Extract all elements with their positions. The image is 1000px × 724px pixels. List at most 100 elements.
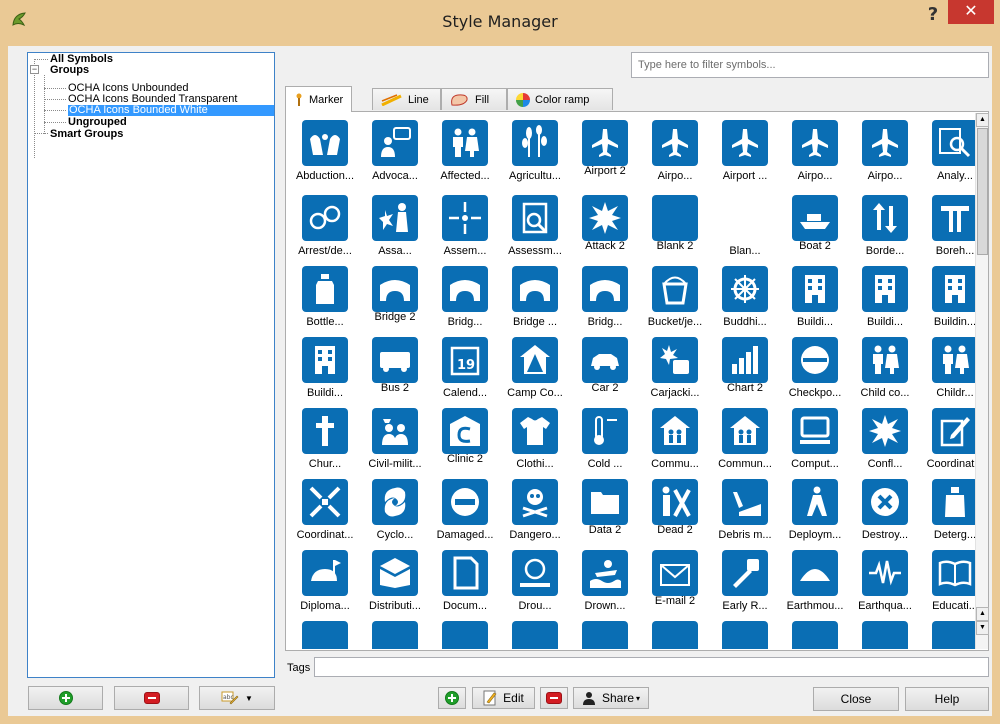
title-close-button[interactable]: ✕ xyxy=(948,0,994,24)
add-symbol-button[interactable] xyxy=(438,687,466,709)
symbol-item[interactable]: Car 2 xyxy=(570,330,640,406)
symbol-item-partial[interactable] xyxy=(780,614,850,649)
edit-symbol-button[interactable]: Edit xyxy=(472,687,535,709)
symbol-item[interactable]: Analy... xyxy=(920,113,975,189)
symbol-item[interactable]: Abduction... xyxy=(290,113,360,189)
symbol-item[interactable]: Childr... xyxy=(920,330,975,406)
scroll-down-button[interactable]: ▼ xyxy=(976,621,989,635)
symbol-item[interactable]: Destroy... xyxy=(850,472,920,548)
symbol-item[interactable]: Airport ... xyxy=(710,113,780,189)
symbol-item[interactable]: Commun... xyxy=(710,401,780,477)
symbol-item[interactable]: Comput... xyxy=(780,401,850,477)
tab-color-ramp[interactable]: Color ramp xyxy=(507,88,613,110)
tree-group-item-selected[interactable]: OCHA Icons Bounded White xyxy=(68,105,274,116)
symbol-grid[interactable]: Abduction... Advoca... Affected... Agricult… xyxy=(287,113,975,649)
symbol-item[interactable]: Deterg... xyxy=(920,472,975,548)
symbol-item[interactable]: Diploma... xyxy=(290,543,360,619)
symbol-item[interactable]: Educati... xyxy=(920,543,975,619)
symbol-item[interactable]: Docum... xyxy=(430,543,500,619)
tab-fill[interactable]: Fill xyxy=(441,88,507,110)
symbol-item[interactable]: Cold ... xyxy=(570,401,640,477)
symbol-item[interactable]: Coordinat... xyxy=(290,472,360,548)
group-actions-button[interactable]: abc ▼ xyxy=(199,686,275,710)
symbol-item-partial[interactable] xyxy=(360,614,430,649)
symbol-filter-input[interactable]: Type here to filter symbols... xyxy=(631,52,989,78)
collapse-groups-icon[interactable]: − xyxy=(30,65,39,74)
tree-smart-groups[interactable]: Smart Groups xyxy=(50,129,123,140)
close-button[interactable]: Close xyxy=(813,687,899,711)
remove-group-button[interactable] xyxy=(114,686,189,710)
symbol-item[interactable]: Deploym... xyxy=(780,472,850,548)
symbol-item[interactable]: Checkpo... xyxy=(780,330,850,406)
symbol-item[interactable]: Dangero... xyxy=(500,472,570,548)
share-button[interactable]: Share ▾ xyxy=(573,687,649,709)
symbol-item-partial[interactable] xyxy=(430,614,500,649)
symbol-item[interactable]: Bucket/je... xyxy=(640,259,710,335)
symbol-item[interactable]: Airpo... xyxy=(850,113,920,189)
add-group-button[interactable] xyxy=(28,686,103,710)
symbol-item[interactable]: Assem... xyxy=(430,188,500,264)
symbol-item[interactable]: Distributi... xyxy=(360,543,430,619)
symbol-item[interactable]: Commu... xyxy=(640,401,710,477)
symbol-item-partial[interactable] xyxy=(850,614,920,649)
symbol-item[interactable]: Attack 2 xyxy=(570,188,640,264)
tab-marker[interactable]: Marker xyxy=(285,86,353,112)
symbol-item[interactable]: Bridg... xyxy=(570,259,640,335)
symbol-item[interactable]: Buildi... xyxy=(780,259,850,335)
symbol-item-partial[interactable] xyxy=(710,614,780,649)
tree-groups[interactable]: Groups xyxy=(50,65,89,76)
symbol-item[interactable]: Data 2 xyxy=(570,472,640,548)
symbol-item[interactable]: Clinic 2 xyxy=(430,401,500,477)
help-button[interactable]: Help xyxy=(905,687,989,711)
symbol-item[interactable]: Bottle... xyxy=(290,259,360,335)
tags-input[interactable] xyxy=(314,657,989,677)
symbol-item[interactable]: Drown... xyxy=(570,543,640,619)
symbol-item[interactable]: Boreh... xyxy=(920,188,975,264)
remove-symbol-button[interactable] xyxy=(540,687,568,709)
symbol-item[interactable]: Chart 2 xyxy=(710,330,780,406)
symbol-item-partial[interactable] xyxy=(500,614,570,649)
symbol-item[interactable]: Civil-milit... xyxy=(360,401,430,477)
symbol-item[interactable]: Bridge ... xyxy=(500,259,570,335)
symbol-item[interactable]: Bridg... xyxy=(430,259,500,335)
symbol-item-partial[interactable] xyxy=(640,614,710,649)
symbol-item[interactable]: Airpo... xyxy=(780,113,850,189)
symbol-item[interactable]: Dead 2 xyxy=(640,472,710,548)
symbol-item[interactable]: Agricultu... xyxy=(500,113,570,189)
tree-ungrouped[interactable]: Ungrouped xyxy=(68,117,127,128)
symbol-item[interactable]: Buildi... xyxy=(290,330,360,406)
symbol-item[interactable]: Blan... xyxy=(710,188,780,264)
tab-line[interactable]: Line xyxy=(372,88,441,110)
symbol-grid-scrollbar[interactable]: ▲ ▲ ▼ xyxy=(975,113,989,649)
symbol-item[interactable]: Borde... xyxy=(850,188,920,264)
symbol-item[interactable]: Early R... xyxy=(710,543,780,619)
symbol-item[interactable]: Airport 2 xyxy=(570,113,640,189)
symbol-item[interactable]: Clothi... xyxy=(500,401,570,477)
scroll-up-button[interactable]: ▲ xyxy=(976,113,989,127)
symbol-item[interactable]: Assessm... xyxy=(500,188,570,264)
symbol-item[interactable]: Buildi... xyxy=(850,259,920,335)
symbol-item[interactable]: Bridge 2 xyxy=(360,259,430,335)
symbol-item[interactable]: Affected... xyxy=(430,113,500,189)
symbol-item[interactable]: Bus 2 xyxy=(360,330,430,406)
symbol-item[interactable]: Drou... xyxy=(500,543,570,619)
symbol-item[interactable]: Debris m... xyxy=(710,472,780,548)
symbol-item[interactable]: Earthmou... xyxy=(780,543,850,619)
symbol-item[interactable]: Boat 2 xyxy=(780,188,850,264)
symbol-item[interactable]: Advoca... xyxy=(360,113,430,189)
symbol-item[interactable]: Chur... xyxy=(290,401,360,477)
symbol-item[interactable]: Confl... xyxy=(850,401,920,477)
symbol-item-partial[interactable] xyxy=(570,614,640,649)
symbol-item[interactable]: Arrest/de... xyxy=(290,188,360,264)
symbol-item[interactable]: Camp Co... xyxy=(500,330,570,406)
symbol-item[interactable]: Buddhi... xyxy=(710,259,780,335)
symbol-item[interactable]: Earthqua... xyxy=(850,543,920,619)
symbol-item[interactable]: Blank 2 xyxy=(640,188,710,264)
symbol-item[interactable]: Assa... xyxy=(360,188,430,264)
title-help-button[interactable]: ? xyxy=(920,4,946,26)
symbol-item-partial[interactable] xyxy=(290,614,360,649)
symbol-item[interactable]: Carjacki... xyxy=(640,330,710,406)
group-tree[interactable]: All Symbols − Groups OCHA Icons Unbounde… xyxy=(27,52,275,678)
scroll-up-button-bottom[interactable]: ▲ xyxy=(976,607,989,621)
symbol-item[interactable]: Damaged... xyxy=(430,472,500,548)
